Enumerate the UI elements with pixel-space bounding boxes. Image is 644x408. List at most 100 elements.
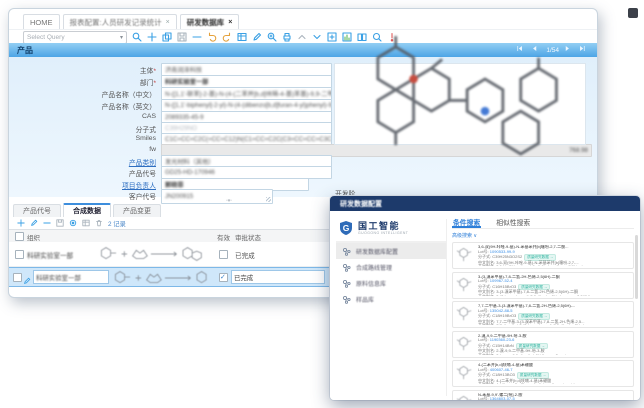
compound-card[interactable]: 3,6-双(9H-咔唑-9-基)-N-苯基苯并[b]噻吩-2,7-二胺... L… bbox=[452, 242, 634, 269]
refresh-icon[interactable] bbox=[222, 32, 232, 42]
alias-en: 英文别名: 7,7-dimethyl-3-(3-bromobenzyl)-7,8… bbox=[478, 324, 630, 325]
dialog-title: 研发数据配置 bbox=[340, 199, 382, 209]
molecule-structure-image bbox=[335, 29, 585, 179]
dialog-header[interactable]: 研发数据配置 bbox=[330, 196, 640, 211]
add-icon[interactable] bbox=[147, 32, 157, 42]
lot-link[interactable]: 135042-88-5 bbox=[490, 308, 513, 313]
compound-card[interactable]: 7,7-二甲基-3-(3-溴苯甲基)-7,8-二氢-2H-色烯-2,5(6H)-… bbox=[452, 301, 634, 328]
scrollbar-thumb[interactable] bbox=[635, 235, 638, 299]
tab-rd-database-label: 研发数据库 bbox=[187, 17, 225, 28]
lot-link[interactable]: 1364603-07-5 bbox=[490, 396, 515, 400]
tab-synthesis-data[interactable]: 合成数据 bbox=[63, 203, 111, 217]
print-icon[interactable] bbox=[282, 32, 292, 42]
compound-card[interactable]: 3-(3-溴苯甲基)-7,8-二氢-2H-色烯-2,5(6H)-二酮 Lot号:… bbox=[452, 272, 634, 299]
formula-text: 分子式: C16H15BrO3 bbox=[478, 284, 516, 289]
valid-checkbox[interactable] bbox=[219, 250, 228, 259]
row-remove-icon[interactable] bbox=[43, 219, 51, 227]
row-edit-icon[interactable] bbox=[30, 219, 38, 227]
lot-link[interactable]: 109967-52-4 bbox=[490, 278, 513, 283]
field-label-entity: 主体* bbox=[9, 65, 156, 75]
column-header-valid[interactable]: 有效 bbox=[217, 232, 230, 242]
close-tab-icon[interactable] bbox=[166, 19, 170, 26]
compound-card[interactable]: 4-(二苯并[b,d]呋喃-4-基)苯硼酸 Lot号: 400607-46-7 … bbox=[452, 360, 634, 387]
remove-icon[interactable] bbox=[192, 32, 202, 42]
lot-label: Lot号: bbox=[478, 278, 489, 283]
tab-similarity-search[interactable]: 相似性搜索 bbox=[495, 215, 531, 228]
status-edit-field[interactable]: 已完成 bbox=[231, 270, 325, 284]
sidebar-menu-item[interactable]: 原料信息库 bbox=[336, 275, 446, 291]
expand-down-icon[interactable] bbox=[312, 32, 322, 42]
tab-product-code[interactable]: 产品代号 bbox=[13, 204, 61, 217]
row-checkbox[interactable] bbox=[15, 250, 24, 259]
tab-rd-database[interactable]: 研发数据库 bbox=[180, 14, 240, 29]
table-view-icon[interactable] bbox=[237, 32, 247, 42]
formula-text: 分子式: C39H25N3O2S2 bbox=[478, 254, 522, 259]
menu-item-icon bbox=[342, 247, 351, 256]
sidebar-menu-item[interactable]: 研发数据库配置 bbox=[336, 243, 446, 259]
compound-card[interactable]: 2-溴-9,9-二甲基-9H-芴-3-胺 Lot号: 1190360-23-6 … bbox=[452, 331, 634, 358]
field-label-fw: fw bbox=[9, 146, 156, 153]
sidebar-menu-item[interactable]: 合成路线管理 bbox=[336, 259, 446, 275]
lot-label: Lot号: bbox=[478, 396, 489, 400]
row-checkbox[interactable] bbox=[13, 273, 22, 282]
search-icon[interactable] bbox=[132, 32, 142, 42]
row-editing-icon bbox=[23, 272, 31, 290]
save-icon[interactable] bbox=[177, 32, 187, 42]
product-form: 主体* 济南润泽科技 部门* 科研实验室一部 产品名称（中文） N-([1,1'… bbox=[9, 57, 597, 197]
valid-checkbox[interactable] bbox=[219, 273, 228, 282]
org-cell: 科研实验室一部 bbox=[27, 250, 73, 260]
query-placeholder: Select Query bbox=[27, 34, 65, 41]
close-tab-icon[interactable] bbox=[228, 19, 232, 26]
lot-link[interactable]: 400607-46-7 bbox=[490, 367, 513, 372]
row-grid-icon[interactable] bbox=[82, 219, 90, 227]
query-select[interactable]: Select Query bbox=[23, 31, 127, 44]
compound-card[interactable]: N-苯基-9,9'-螺二[芴]-2-胺 Lot号: 1364603-07-5 分… bbox=[452, 390, 634, 401]
rd-config-dialog: 研发数据配置 G 国工智能 GUOGONG INTELLIGENT bbox=[330, 196, 640, 400]
brand-subtitle: GUOGONG INTELLIGENT bbox=[358, 231, 408, 235]
lot-link[interactable]: 1190360-23-6 bbox=[490, 337, 515, 342]
field-label-smiles: Smiles bbox=[9, 135, 156, 142]
tab-report-config[interactable]: 报表配置:人员研发记录统计 bbox=[63, 14, 177, 29]
zoom-search-icon[interactable] bbox=[267, 32, 277, 42]
dialog-main: 条件搜索 相似性搜索 高级搜索 ∨ 3,6-双(9H- bbox=[452, 215, 634, 396]
column-header-status[interactable]: 审批状态 bbox=[235, 232, 261, 242]
edit-icon[interactable] bbox=[252, 32, 262, 42]
field-label-name-cn: 产品名称（中文） bbox=[9, 89, 156, 99]
svg-text:G: G bbox=[343, 223, 350, 233]
record-count: 2 记录 bbox=[108, 219, 126, 228]
copy-icon[interactable] bbox=[162, 32, 172, 42]
select-all-checkbox[interactable] bbox=[15, 232, 24, 241]
splitter-grip[interactable] bbox=[214, 198, 244, 204]
row-add-icon[interactable] bbox=[17, 219, 25, 227]
structure-thumbnail bbox=[456, 275, 475, 296]
lot-link[interactable]: 1090533-99-9 bbox=[490, 249, 515, 254]
dialog-sidebar: G 国工智能 GUOGONG INTELLIGENT 研发数据库配置 合成路线管… bbox=[336, 219, 447, 396]
dropdown-caret-icon[interactable] bbox=[120, 34, 123, 41]
formula-text: 分子式: C18H13BO3 bbox=[478, 372, 515, 377]
app-badge-icon bbox=[628, 8, 638, 18]
tab-product-change[interactable]: 产品变更 bbox=[113, 204, 161, 217]
advanced-search-link[interactable]: 高级搜索 ∨ bbox=[452, 232, 634, 239]
menu-item-icon bbox=[342, 279, 351, 288]
sidebar-menu-item[interactable]: 样品库 bbox=[336, 291, 446, 307]
lot-label: Lot号: bbox=[478, 337, 489, 342]
org-edit-field[interactable]: 科研实验室一部 bbox=[33, 270, 109, 284]
row-save-icon[interactable] bbox=[56, 219, 64, 227]
tab-report-config-label: 报表配置:人员研发记录统计 bbox=[70, 17, 162, 28]
tab-condition-search[interactable]: 条件搜索 bbox=[452, 215, 481, 228]
structure-viewer[interactable] bbox=[334, 63, 586, 145]
column-header-org[interactable]: 组织 bbox=[27, 232, 40, 242]
row-delete-icon[interactable] bbox=[95, 219, 103, 227]
tab-home[interactable]: HOME bbox=[23, 14, 60, 29]
undo-icon[interactable] bbox=[207, 32, 217, 42]
shield-logo-icon: G bbox=[338, 220, 354, 236]
formula-text: 分子式: C15H14BrN bbox=[478, 343, 514, 348]
menu-item-icon bbox=[342, 263, 351, 272]
lot-label: Lot号: bbox=[478, 249, 489, 254]
search-tab-bar: 条件搜索 相似性搜索 bbox=[452, 215, 634, 229]
collapse-up-icon[interactable] bbox=[297, 32, 307, 42]
alias-en: 英文别名: 3-(3-bromobenzyl)-7,8-dihydro-2H-c… bbox=[478, 295, 630, 296]
formula-text: 分子式: C18H19BrO3 bbox=[478, 313, 516, 318]
row-select-icon[interactable] bbox=[69, 219, 77, 227]
field-label-cas: CAS bbox=[9, 113, 156, 120]
